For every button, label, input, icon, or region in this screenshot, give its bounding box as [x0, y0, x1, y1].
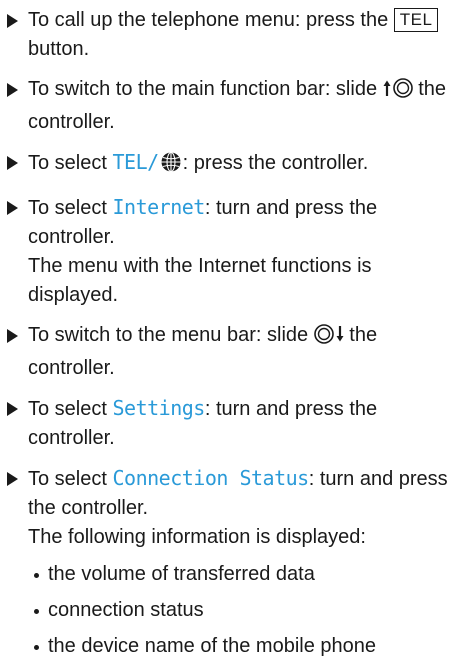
bullet-dot-icon [34, 645, 39, 650]
list-item-text: the volume of transferred data [48, 563, 315, 585]
menu-keyword: Settings [112, 396, 206, 420]
step-select-tel-internet: To select TEL/ : press the controller. [4, 148, 448, 182]
step-text: To switch to the main function bar: slid… [28, 78, 378, 100]
bullet-dot-icon [34, 573, 39, 578]
step-text: To select [28, 197, 107, 219]
step-arrow-icon [7, 329, 18, 343]
step-select-connection-status: To select Connection Status: turn and pr… [4, 464, 448, 661]
info-list: the volume of transferred data connectio… [28, 560, 448, 661]
globe-icon [160, 151, 182, 182]
step-text: To select [28, 152, 107, 174]
menu-keyword: Internet [112, 195, 206, 219]
step-arrow-icon [7, 14, 18, 28]
list-item: connection status [34, 596, 448, 625]
step-switch-menu-bar: To switch to the menu bar: slide the con… [4, 321, 448, 383]
menu-keyword: TEL/ [112, 150, 160, 174]
step-arrow-icon [7, 472, 18, 486]
step-text: To call up the telephone menu: press the [28, 9, 389, 31]
instruction-page: To call up the telephone menu: press the… [0, 0, 462, 657]
step-text: To switch to the menu bar: slide [28, 324, 309, 346]
slide-up-controller-icon [383, 77, 413, 108]
list-item-text: connection status [48, 599, 204, 621]
step-arrow-icon [7, 201, 18, 215]
step-text: To select [28, 398, 107, 420]
step-select-settings: To select Settings: turn and press the c… [4, 394, 448, 453]
step-text: To select [28, 468, 107, 490]
step-arrow-icon [7, 156, 18, 170]
step-select-internet: To select Internet: turn and press the c… [4, 193, 448, 310]
list-item-text: the device name of the mobile phone [48, 635, 376, 657]
menu-keyword: Connection Status [112, 466, 310, 490]
step-main-function-bar: To switch to the main function bar: slid… [4, 75, 448, 137]
tel-key: TEL [393, 8, 439, 32]
step-text: : press the controller. [182, 152, 369, 174]
step-text: button. [28, 38, 90, 60]
step-result: The following information is displayed: [28, 526, 366, 548]
list-item: the device name of the mobile phone [34, 632, 448, 661]
step-arrow-icon [7, 402, 18, 416]
step-result: The menu with the Internet functions is … [28, 255, 372, 306]
step-arrow-icon [7, 83, 18, 97]
step-call-telephone-menu: To call up the telephone menu: press the… [4, 6, 448, 64]
slide-down-controller-icon [313, 323, 344, 354]
list-item: the volume of transferred data [34, 560, 448, 589]
